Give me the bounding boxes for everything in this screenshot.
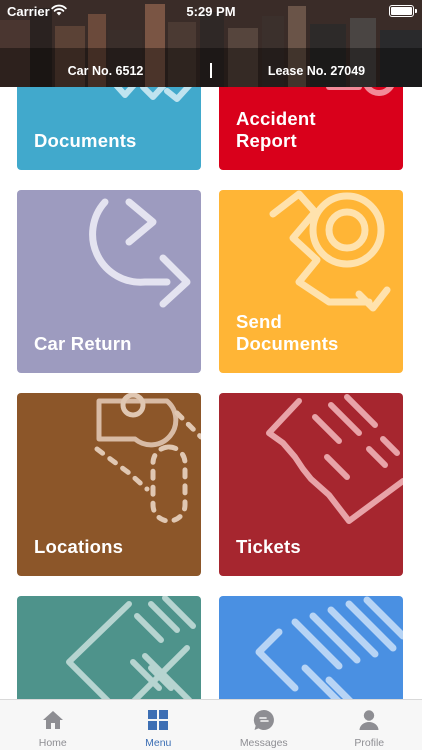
menu-grid: Documents Accident Report Car Return Sen… bbox=[0, 87, 422, 699]
tab-bar: Home Menu Messages Profile bbox=[0, 699, 422, 750]
tab-home[interactable]: Home bbox=[0, 700, 106, 750]
tile-label: Locations bbox=[34, 536, 124, 557]
tab-label: Menu bbox=[145, 737, 172, 749]
battery-icon bbox=[389, 5, 417, 17]
tile-accident-report[interactable]: Accident Report bbox=[219, 87, 403, 170]
person-icon bbox=[359, 710, 379, 730]
lease-number-label: Lease No. 27049 bbox=[267, 64, 366, 78]
tile-label: Tickets bbox=[236, 536, 301, 557]
tile-locations[interactable]: Locations bbox=[17, 393, 201, 576]
tile-label: Accident Report bbox=[236, 108, 316, 151]
tab-menu[interactable]: Menu bbox=[106, 700, 212, 750]
tile-documents[interactable]: Documents bbox=[17, 87, 201, 170]
chat-bubble-icon bbox=[253, 709, 274, 730]
tile-label: Car Return bbox=[34, 333, 132, 354]
tab-label: Home bbox=[38, 737, 67, 749]
tab-label: Messages bbox=[239, 737, 288, 749]
documents-check-icon bbox=[113, 87, 192, 102]
tile-car-return[interactable]: Car Return bbox=[17, 190, 201, 373]
tile-stripes[interactable] bbox=[219, 596, 403, 699]
tile-tickets[interactable]: Tickets bbox=[219, 393, 403, 576]
status-bar: Carrier 5:29 PM bbox=[0, 0, 422, 24]
tab-messages[interactable]: Messages bbox=[211, 700, 317, 750]
status-time: 5:29 PM bbox=[186, 4, 236, 19]
tile-documents-edit[interactable] bbox=[17, 596, 201, 699]
pencil-document-icon bbox=[66, 596, 196, 699]
stripes-icon bbox=[255, 596, 403, 699]
tab-profile[interactable]: Profile bbox=[317, 700, 422, 750]
tile-label: Documents bbox=[34, 130, 137, 151]
tile-label: Send Documents bbox=[236, 311, 339, 354]
header: Carrier 5:29 PM Car No. 6512 Lease No. 2… bbox=[0, 0, 422, 87]
tile-send-documents[interactable]: Send Documents bbox=[219, 190, 403, 373]
home-icon bbox=[42, 711, 63, 729]
tab-label: Profile bbox=[354, 737, 385, 749]
grid-icon bbox=[148, 710, 169, 730]
vehicle-info-bar: Car No. 6512 Lease No. 27049 bbox=[0, 58, 422, 84]
car-number-label: Car No. 6512 bbox=[67, 64, 144, 78]
